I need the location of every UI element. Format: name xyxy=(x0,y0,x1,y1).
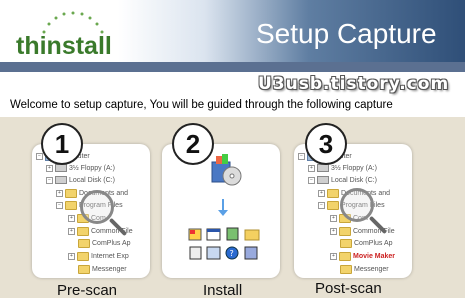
collapse-icon: − xyxy=(46,176,53,184)
folder-icon xyxy=(78,265,90,274)
step-3-badge: 3 xyxy=(305,123,347,165)
tree-row: +3½ Floppy (A:) xyxy=(46,164,115,172)
collapse-icon: − xyxy=(298,153,305,160)
tree-item-label-new: Movie Maker xyxy=(353,253,396,260)
folder-icon xyxy=(78,239,90,248)
folder-icon xyxy=(327,189,339,198)
expand-icon: + xyxy=(308,164,315,172)
page-title: Setup Capture xyxy=(256,18,437,49)
tree-item-label: 3½ Floppy (A:) xyxy=(331,164,377,172)
tree-item-label: 3½ Floppy (A:) xyxy=(69,164,115,172)
expand-icon: + xyxy=(56,190,63,197)
tree-item-label: ComPlus Ap xyxy=(354,240,393,247)
welcome-text: Welcome to setup capture, You will be gu… xyxy=(10,99,393,111)
watermark-text: U3usb.tistory.com xyxy=(258,74,450,94)
expand-icon: + xyxy=(330,228,337,235)
tree-item-label: Local Disk (C:) xyxy=(69,176,115,184)
install-graphic: ? xyxy=(188,154,260,260)
down-arrow-icon xyxy=(218,199,228,216)
tree-row: Messenger xyxy=(340,265,389,274)
tree-item-label: Internet Exp xyxy=(91,253,129,260)
tree-item-label: ComPlus Ap xyxy=(92,240,131,247)
collapse-icon: − xyxy=(56,202,63,209)
expand-icon: + xyxy=(46,164,53,172)
folder-icon xyxy=(65,189,77,198)
tree-row: +3½ Floppy (A:) xyxy=(308,164,377,172)
folder-icon xyxy=(65,201,77,210)
step-2-badge: 2 xyxy=(172,123,214,165)
folder-icon xyxy=(340,239,352,248)
svg-text:?: ? xyxy=(230,249,234,258)
tree-item-label: Messenger xyxy=(354,266,389,273)
app-icons-grid: ? xyxy=(188,227,260,260)
tree-row: Messenger xyxy=(78,265,127,274)
installer-icon xyxy=(211,154,242,186)
folder-icon xyxy=(339,227,351,236)
install-card: ? xyxy=(162,144,280,278)
folder-icon xyxy=(327,201,339,210)
expand-icon: + xyxy=(330,215,337,222)
prescan-label: Pre-scan xyxy=(57,282,118,299)
folder-icon xyxy=(339,252,351,261)
banner-bottom-stripe xyxy=(0,62,465,72)
prescan-card: −Computer +3½ Floppy (A:) −Local Disk (C… xyxy=(32,144,150,278)
expand-icon: + xyxy=(68,228,75,235)
thinstall-logo: thinstall xyxy=(16,32,112,60)
tree-row: ComPlus Ap xyxy=(78,239,131,248)
step-1-badge: 1 xyxy=(41,123,83,165)
floppy-icon xyxy=(55,164,67,172)
header-banner: thinstall Setup Capture xyxy=(0,0,465,72)
collapse-icon: − xyxy=(308,176,315,184)
tree-item-label: Common File xyxy=(353,228,395,235)
expand-icon: + xyxy=(318,190,325,197)
folder-icon xyxy=(340,265,352,274)
tree-row: + Internet Exp xyxy=(68,252,129,261)
collapse-icon: − xyxy=(318,202,325,209)
postscan-card: −Computer +3½ Floppy (A:) −Local Disk (C… xyxy=(294,144,412,278)
folder-icon xyxy=(77,252,89,261)
tree-item-label: Messenger xyxy=(92,266,127,273)
tree-row: − Local Disk (C:) xyxy=(308,176,377,184)
postscan-label: Post-scan xyxy=(315,280,382,297)
expand-icon: + xyxy=(68,215,75,222)
install-label: Install xyxy=(203,282,243,299)
disk-icon xyxy=(317,176,329,184)
folder-icon xyxy=(77,227,89,236)
floppy-icon xyxy=(317,164,329,172)
collapse-icon: − xyxy=(36,153,43,160)
tree-row: + Movie Maker xyxy=(330,252,395,261)
tree-item-label: Local Disk (C:) xyxy=(331,176,377,184)
expand-icon: + xyxy=(68,253,75,260)
disk-icon xyxy=(55,176,67,184)
tree-row: ComPlus Ap xyxy=(340,239,393,248)
expand-icon: + xyxy=(330,253,337,260)
tree-row: − Local Disk (C:) xyxy=(46,176,115,184)
